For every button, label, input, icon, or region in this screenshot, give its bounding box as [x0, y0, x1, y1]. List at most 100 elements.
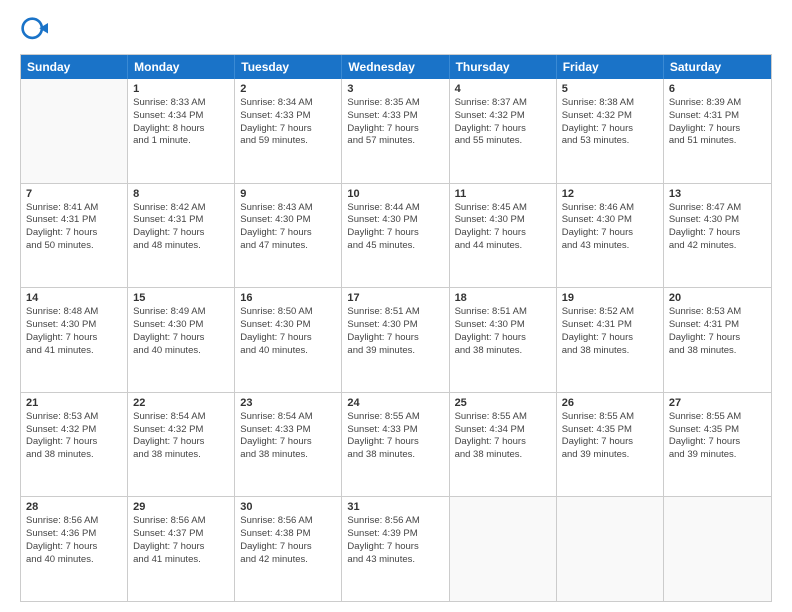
day-number: 30	[240, 501, 336, 513]
calendar: SundayMondayTuesdayWednesdayThursdayFrid…	[20, 54, 772, 602]
cell-info-line: Sunrise: 8:46 AM	[562, 202, 658, 215]
cal-cell-1-4: 3Sunrise: 8:35 AMSunset: 4:33 PMDaylight…	[342, 79, 449, 183]
cal-cell-2-5: 11Sunrise: 8:45 AMSunset: 4:30 PMDayligh…	[450, 184, 557, 288]
day-number: 18	[455, 292, 551, 304]
day-number: 20	[669, 292, 766, 304]
cell-info-line: Sunset: 4:32 PM	[562, 110, 658, 123]
cell-info-line: Sunset: 4:34 PM	[133, 110, 229, 123]
cell-info-line: Daylight: 7 hours	[562, 436, 658, 449]
cell-info-line: Sunrise: 8:48 AM	[26, 306, 122, 319]
cal-cell-4-7: 27Sunrise: 8:55 AMSunset: 4:35 PMDayligh…	[664, 393, 771, 497]
cell-info-line: Sunset: 4:33 PM	[347, 110, 443, 123]
cell-info-line: Sunrise: 8:41 AM	[26, 202, 122, 215]
cell-info-line: Sunset: 4:31 PM	[562, 319, 658, 332]
cell-info-line: Sunrise: 8:42 AM	[133, 202, 229, 215]
cell-info-line: Daylight: 7 hours	[347, 123, 443, 136]
cell-info-line: Daylight: 7 hours	[240, 332, 336, 345]
cell-info-line: Sunset: 4:35 PM	[669, 424, 766, 437]
cell-info-line: Sunrise: 8:49 AM	[133, 306, 229, 319]
header-day-thursday: Thursday	[450, 55, 557, 79]
logo	[20, 16, 52, 44]
cell-info-line: Sunrise: 8:37 AM	[455, 97, 551, 110]
cell-info-line: Sunset: 4:37 PM	[133, 528, 229, 541]
cell-info-line: Daylight: 7 hours	[240, 123, 336, 136]
cell-info-line: Sunrise: 8:56 AM	[240, 515, 336, 528]
cell-info-line: and 42 minutes.	[240, 554, 336, 567]
cell-info-line: Sunrise: 8:43 AM	[240, 202, 336, 215]
cal-cell-5-3: 30Sunrise: 8:56 AMSunset: 4:38 PMDayligh…	[235, 497, 342, 601]
cal-cell-5-6	[557, 497, 664, 601]
cell-info-line: Daylight: 7 hours	[26, 436, 122, 449]
cell-info-line: Sunset: 4:32 PM	[133, 424, 229, 437]
cell-info-line: Sunrise: 8:51 AM	[455, 306, 551, 319]
cell-info-line: Sunrise: 8:44 AM	[347, 202, 443, 215]
cell-info-line: Sunrise: 8:55 AM	[562, 411, 658, 424]
header-day-saturday: Saturday	[664, 55, 771, 79]
cal-cell-2-1: 7Sunrise: 8:41 AMSunset: 4:31 PMDaylight…	[21, 184, 128, 288]
cell-info-line: Sunset: 4:30 PM	[562, 214, 658, 227]
calendar-body: 1Sunrise: 8:33 AMSunset: 4:34 PMDaylight…	[21, 79, 771, 601]
cell-info-line: and 38 minutes.	[240, 449, 336, 462]
cell-info-line: Daylight: 7 hours	[455, 123, 551, 136]
cell-info-line: Daylight: 7 hours	[133, 541, 229, 554]
cell-info-line: Sunset: 4:34 PM	[455, 424, 551, 437]
cell-info-line: Daylight: 7 hours	[347, 436, 443, 449]
cell-info-line: Sunset: 4:30 PM	[133, 319, 229, 332]
header-day-sunday: Sunday	[21, 55, 128, 79]
cell-info-line: Daylight: 7 hours	[455, 227, 551, 240]
cell-info-line: Sunrise: 8:53 AM	[26, 411, 122, 424]
cell-info-line: Sunset: 4:30 PM	[669, 214, 766, 227]
cell-info-line: and 43 minutes.	[347, 554, 443, 567]
cell-info-line: Daylight: 7 hours	[455, 332, 551, 345]
day-number: 16	[240, 292, 336, 304]
week-row-1: 1Sunrise: 8:33 AMSunset: 4:34 PMDaylight…	[21, 79, 771, 183]
cal-cell-3-5: 18Sunrise: 8:51 AMSunset: 4:30 PMDayligh…	[450, 288, 557, 392]
cell-info-line: Daylight: 7 hours	[347, 332, 443, 345]
day-number: 8	[133, 188, 229, 200]
cell-info-line: Daylight: 7 hours	[669, 123, 766, 136]
cell-info-line: Sunset: 4:30 PM	[240, 319, 336, 332]
header-day-monday: Monday	[128, 55, 235, 79]
cell-info-line: Sunset: 4:31 PM	[26, 214, 122, 227]
cal-cell-3-3: 16Sunrise: 8:50 AMSunset: 4:30 PMDayligh…	[235, 288, 342, 392]
cal-cell-2-4: 10Sunrise: 8:44 AMSunset: 4:30 PMDayligh…	[342, 184, 449, 288]
cal-cell-3-4: 17Sunrise: 8:51 AMSunset: 4:30 PMDayligh…	[342, 288, 449, 392]
cell-info-line: Sunset: 4:31 PM	[669, 110, 766, 123]
cell-info-line: and 38 minutes.	[455, 449, 551, 462]
cal-cell-1-5: 4Sunrise: 8:37 AMSunset: 4:32 PMDaylight…	[450, 79, 557, 183]
cell-info-line: Daylight: 7 hours	[240, 541, 336, 554]
cell-info-line: Sunrise: 8:55 AM	[347, 411, 443, 424]
day-number: 7	[26, 188, 122, 200]
cell-info-line: Sunrise: 8:56 AM	[133, 515, 229, 528]
cell-info-line: Sunrise: 8:35 AM	[347, 97, 443, 110]
day-number: 29	[133, 501, 229, 513]
cell-info-line: Sunrise: 8:52 AM	[562, 306, 658, 319]
day-number: 28	[26, 501, 122, 513]
cal-cell-5-4: 31Sunrise: 8:56 AMSunset: 4:39 PMDayligh…	[342, 497, 449, 601]
cell-info-line: and 1 minute.	[133, 135, 229, 148]
day-number: 17	[347, 292, 443, 304]
cell-info-line: Sunrise: 8:55 AM	[455, 411, 551, 424]
cell-info-line: Sunrise: 8:56 AM	[347, 515, 443, 528]
cell-info-line: Daylight: 8 hours	[133, 123, 229, 136]
cal-cell-2-6: 12Sunrise: 8:46 AMSunset: 4:30 PMDayligh…	[557, 184, 664, 288]
cell-info-line: Sunrise: 8:39 AM	[669, 97, 766, 110]
day-number: 31	[347, 501, 443, 513]
cell-info-line: Daylight: 7 hours	[133, 332, 229, 345]
cell-info-line: and 47 minutes.	[240, 240, 336, 253]
day-number: 27	[669, 397, 766, 409]
cell-info-line: and 39 minutes.	[669, 449, 766, 462]
cell-info-line: Sunset: 4:30 PM	[455, 214, 551, 227]
cell-info-line: Sunrise: 8:55 AM	[669, 411, 766, 424]
cell-info-line: Sunset: 4:31 PM	[669, 319, 766, 332]
cell-info-line: Sunrise: 8:51 AM	[347, 306, 443, 319]
cell-info-line: Sunset: 4:35 PM	[562, 424, 658, 437]
cell-info-line: and 38 minutes.	[669, 345, 766, 358]
day-number: 19	[562, 292, 658, 304]
cell-info-line: and 57 minutes.	[347, 135, 443, 148]
week-row-4: 21Sunrise: 8:53 AMSunset: 4:32 PMDayligh…	[21, 392, 771, 497]
cell-info-line: and 41 minutes.	[26, 345, 122, 358]
cell-info-line: Daylight: 7 hours	[669, 227, 766, 240]
cell-info-line: and 39 minutes.	[562, 449, 658, 462]
day-number: 6	[669, 83, 766, 95]
